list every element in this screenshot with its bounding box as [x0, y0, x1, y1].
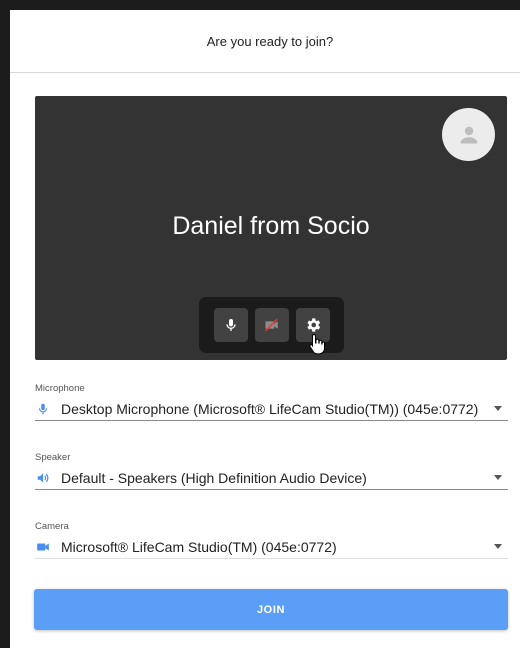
- chevron-down-icon: [494, 475, 502, 480]
- avatar: [442, 108, 495, 161]
- speaker-field: Speaker Default - Speakers (High Definit…: [35, 452, 508, 490]
- speaker-value: Default - Speakers (High Definition Audi…: [61, 469, 367, 486]
- microphone-select[interactable]: Desktop Microphone (Microsoft® LifeCam S…: [35, 397, 508, 421]
- gear-icon: [306, 318, 320, 332]
- participant-name: Daniel from Socio: [172, 212, 370, 240]
- person-icon: [460, 126, 477, 143]
- chevron-down-icon: [494, 544, 502, 549]
- microphone-icon: [35, 401, 51, 417]
- speaker-icon: [35, 470, 51, 486]
- camera-value: Microsoft® LifeCam Studio(TM) (045e:0772…: [61, 538, 337, 555]
- join-button[interactable]: JOIN: [34, 589, 508, 630]
- dialog-title: Are you ready to join?: [206, 33, 334, 49]
- microphone-value: Desktop Microphone (Microsoft® LifeCam S…: [61, 400, 479, 417]
- microphone-field: Microphone Desktop Microphone (Microsoft…: [35, 383, 508, 421]
- chevron-down-icon: [494, 406, 502, 411]
- microphone-toggle-button[interactable]: [213, 308, 248, 342]
- speaker-label: Speaker: [35, 452, 71, 463]
- camera-field: Camera Microsoft® LifeCam Studio(TM) (04…: [35, 521, 508, 559]
- hand-cursor-icon: [309, 333, 325, 355]
- camera-select[interactable]: Microsoft® LifeCam Studio(TM) (045e:0772…: [35, 535, 508, 559]
- dialog-header: Are you ready to join?: [10, 10, 520, 73]
- video-camera-icon: [35, 539, 51, 555]
- camera-toggle-button[interactable]: [254, 308, 289, 342]
- camera-label: Camera: [35, 521, 69, 532]
- camera-off-icon: [264, 318, 278, 332]
- microphone-label: Microphone: [35, 383, 85, 394]
- video-preview: Daniel from Socio: [35, 96, 507, 360]
- microphone-icon: [225, 319, 236, 331]
- speaker-select[interactable]: Default - Speakers (High Definition Audi…: [35, 466, 508, 490]
